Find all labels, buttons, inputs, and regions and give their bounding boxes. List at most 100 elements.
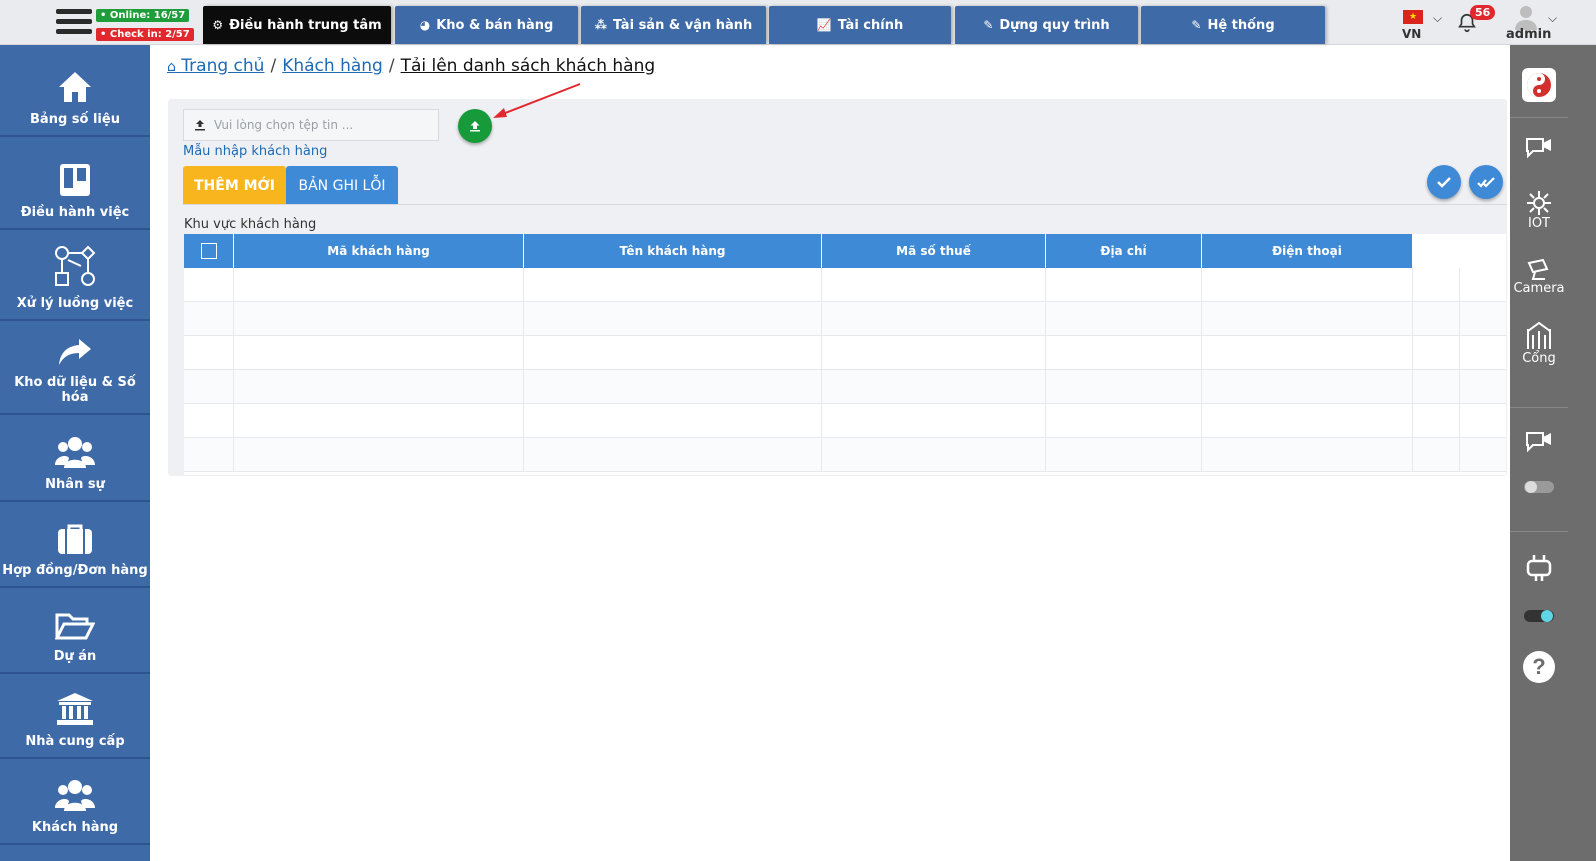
edit-icon: ✎	[1191, 18, 1202, 32]
brand-logo-icon	[1522, 68, 1556, 102]
pie-chart-icon: ◕	[419, 18, 431, 32]
video-chat-button[interactable]	[1510, 135, 1568, 159]
double-check-icon	[1477, 177, 1495, 188]
chevron-down-icon[interactable]: ⌵	[1433, 11, 1442, 26]
left-sidebar: Bảng số liệu Điều hành việc Xử lý luồng …	[0, 45, 150, 861]
tab-label: Tài chính	[837, 17, 904, 33]
toggle-off[interactable]	[1510, 479, 1568, 495]
file-picker-input[interactable]: Vui lòng chọn tệp tin ...	[183, 109, 439, 141]
tab-ban-ghi-loi[interactable]: BẢN GHI LỖI	[286, 166, 398, 205]
tab-kho-ban-hang[interactable]: ◕ Kho & bán hàng	[395, 6, 578, 44]
confirm-all-button[interactable]	[1469, 165, 1503, 199]
column-header[interactable]: Địa chỉ	[1046, 234, 1202, 268]
vietnam-flag-icon[interactable]: ★	[1403, 10, 1423, 24]
sidebar-item-kho-du-lieu[interactable]: Kho dữ liệu & Số hóa	[0, 321, 150, 415]
iot-button[interactable]: IOT	[1510, 190, 1568, 231]
sidebar-item-dieu-hanh-viec[interactable]: Điều hành việc	[0, 137, 150, 230]
tab-tai-chinh[interactable]: 📈 Tài chính	[769, 6, 951, 44]
region-label: Khu vực khách hàng	[184, 217, 317, 232]
tab-he-thong[interactable]: ✎ Hệ thống	[1141, 6, 1325, 44]
users-icon	[55, 780, 95, 811]
upload-icon	[470, 121, 480, 132]
camera-button[interactable]: Camera	[1510, 257, 1568, 296]
column-header[interactable]: Mã khách hàng	[234, 234, 524, 268]
video-chat-icon	[1526, 432, 1551, 453]
breadcrumb-separator: /	[270, 56, 277, 76]
template-download-link[interactable]: Mẫu nhập khách hàng	[183, 144, 327, 159]
top-bar: • Online: 16/57 • Check in: 2/57 ⚙ Điều …	[0, 0, 1596, 45]
tab-label: Hệ thống	[1207, 17, 1275, 33]
camera-icon	[1527, 258, 1549, 280]
home-icon: ⌂	[167, 59, 176, 75]
iot-label: IOT	[1527, 216, 1550, 231]
chevron-down-icon[interactable]: ⌵	[1548, 11, 1557, 26]
share-arrow-icon	[59, 339, 91, 365]
checkin-badge: • Check in: 2/57	[96, 28, 194, 41]
hamburger-menu-icon[interactable]	[56, 9, 92, 39]
camera-label: Camera	[1513, 281, 1565, 296]
column-header[interactable]: Tên khách hàng	[524, 234, 822, 268]
column-header[interactable]: Điện thoại	[1202, 234, 1413, 268]
table-row[interactable]	[184, 302, 1506, 336]
video-chat-icon	[1526, 138, 1551, 159]
table-row[interactable]	[184, 404, 1506, 438]
table-row[interactable]	[184, 268, 1506, 302]
customer-table: Mã khách hàng Tên khách hàng Mã số thuế …	[184, 234, 1506, 475]
plug-icon	[1526, 555, 1552, 581]
sidebar-item-nha-cung-cap[interactable]: Nhà cung cấp	[0, 674, 150, 759]
breadcrumb-home-label: Trang chủ	[181, 56, 265, 76]
table-row[interactable]	[184, 336, 1506, 370]
sidebar-item-label: Nhân sự	[45, 477, 105, 492]
breadcrumb-separator: /	[388, 56, 395, 76]
line-chart-icon: 📈	[816, 18, 832, 32]
upload-button[interactable]	[458, 109, 492, 143]
sidebar-item-bang-so-lieu[interactable]: Bảng số liệu	[0, 45, 150, 137]
sidebar-item-xu-ly-luong-viec[interactable]: Xử lý luồng việc	[0, 230, 150, 321]
flow-icon	[55, 245, 96, 286]
online-badge: • Online: 16/57	[96, 9, 190, 22]
sidebar-item-du-an[interactable]: Dự án	[0, 588, 150, 674]
sidebar-item-khach-hang[interactable]: Khách hàng	[0, 759, 150, 845]
edit-icon: ✎	[983, 18, 994, 32]
tab-label: Kho & bán hàng	[436, 17, 554, 33]
confirm-button[interactable]	[1427, 165, 1461, 199]
sidebar-item-hop-dong[interactable]: Hợp đồng/Đơn hàng	[0, 502, 150, 588]
tab-dung-quy-trinh[interactable]: ✎ Dựng quy trình	[955, 6, 1138, 44]
svg-text:?: ?	[1532, 654, 1545, 679]
select-all-header	[184, 234, 234, 268]
sidebar-item-label: Khách hàng	[31, 820, 119, 835]
video-chat-button-2[interactable]	[1510, 429, 1568, 453]
sidebar-item-label: Điều hành việc	[20, 205, 130, 220]
bank-icon	[57, 693, 93, 725]
sidebar-item-nhan-su[interactable]: Nhân sự	[0, 415, 150, 502]
sidebar-item-label: Hợp đồng/Đơn hàng	[2, 563, 148, 578]
plugin-button[interactable]	[1510, 553, 1568, 583]
breadcrumb-home-link[interactable]: ⌂ Trang chủ	[167, 56, 264, 76]
sidebar-item-label: Xử lý luồng việc	[16, 296, 134, 311]
column-header[interactable]: Mã số thuế	[822, 234, 1046, 268]
upload-icon	[195, 120, 205, 131]
notification-count-badge: 56	[1470, 5, 1496, 20]
divider	[1510, 407, 1568, 408]
breadcrumb-parent-link[interactable]: Khách hàng	[282, 56, 383, 76]
gate-button[interactable]: Cổng	[1510, 321, 1568, 366]
table-row[interactable]	[184, 370, 1506, 404]
tab-label: Dựng quy trình	[999, 17, 1110, 33]
sidebar-item-label: Kho dữ liệu & Số hóa	[14, 375, 136, 405]
tab-tai-san-van-hanh[interactable]: ⁂ Tài sản & vận hành	[581, 6, 766, 44]
tab-dieu-hanh-trung-tam[interactable]: ⚙ Điều hành trung tâm	[203, 6, 391, 44]
divider	[1510, 531, 1568, 532]
tab-them-moi[interactable]: THÊM MỚI	[183, 166, 286, 205]
help-button[interactable]: ?	[1510, 650, 1568, 684]
toggle-on-icon	[1524, 610, 1554, 622]
select-all-checkbox[interactable]	[200, 243, 217, 259]
tab-label: Điều hành trung tâm	[229, 17, 382, 33]
board-icon	[60, 164, 90, 196]
toggle-on[interactable]	[1510, 608, 1568, 624]
sidebar-item-label: Dự án	[53, 649, 97, 664]
app-logo[interactable]	[1510, 67, 1568, 103]
toggle-off-icon	[1524, 481, 1554, 493]
breadcrumb: ⌂ Trang chủ / Khách hàng / Tải lên danh …	[167, 56, 655, 76]
table-header: Mã khách hàng Tên khách hàng Mã số thuế …	[184, 234, 1413, 268]
table-row[interactable]	[184, 438, 1506, 472]
